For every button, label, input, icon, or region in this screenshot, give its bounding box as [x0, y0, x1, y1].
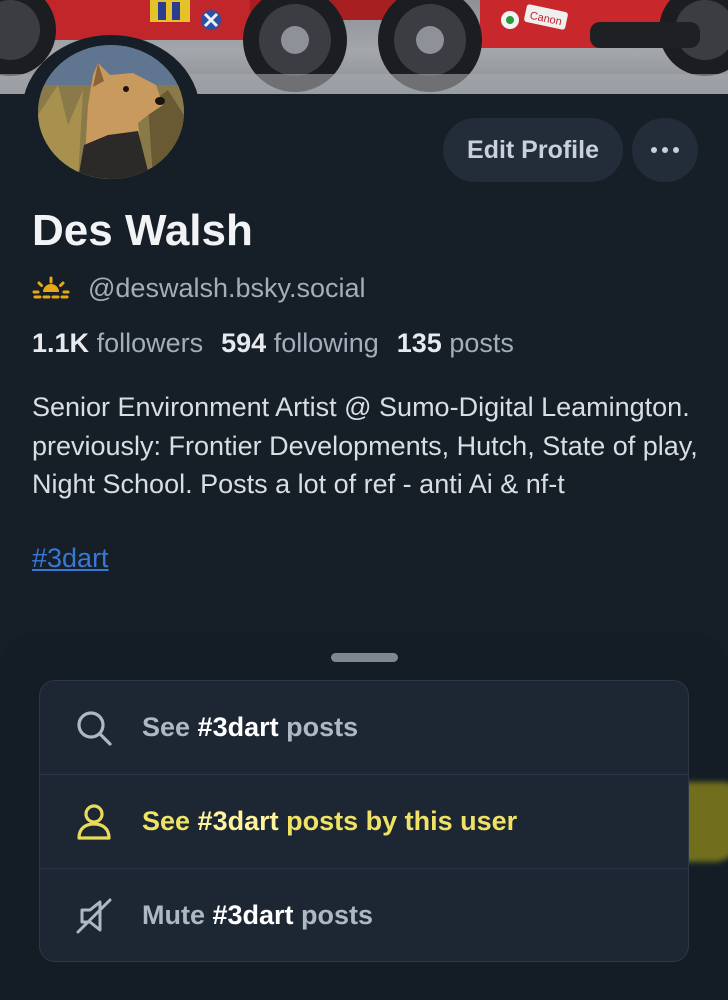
- display-name: Des Walsh: [32, 206, 253, 255]
- sheet-drag-handle[interactable]: [331, 653, 398, 662]
- profile-bio: Senior Environment Artist @ Sumo-Digital…: [32, 392, 698, 499]
- avatar[interactable]: [22, 35, 200, 189]
- following-count: 594: [221, 328, 267, 358]
- menu-item-label: See #3dart posts: [142, 712, 359, 742]
- posts-stat: 135 posts: [397, 328, 514, 359]
- mute-icon: [76, 898, 112, 934]
- user-handle[interactable]: @deswalsh.bsky.social: [88, 273, 366, 304]
- person-icon: [77, 804, 111, 840]
- following-label: following: [273, 328, 379, 358]
- menu-item-label: Mute #3dart posts: [142, 900, 374, 930]
- profile-screen: Canon Edit Profile Des Walsh @deswalsh.b…: [0, 0, 728, 1000]
- handle-row: @deswalsh.bsky.social: [32, 270, 366, 306]
- edit-profile-button[interactable]: Edit Profile: [443, 118, 623, 182]
- menu-item-mute-hashtag-posts[interactable]: Mute #3dart posts: [40, 869, 688, 961]
- hashtag-menu: See #3dart posts See #3dart posts by thi…: [39, 680, 689, 962]
- followers-count: 1.1K: [32, 328, 90, 358]
- ellipsis-icon: [651, 147, 679, 153]
- more-options-button[interactable]: [632, 118, 698, 182]
- posts-count: 135: [396, 328, 442, 358]
- followers-stat[interactable]: 1.1K followers: [32, 328, 203, 359]
- menu-item-label: See #3dart posts by this user: [142, 806, 518, 836]
- following-stat[interactable]: 594 following: [221, 328, 379, 359]
- posts-label: posts: [449, 328, 514, 358]
- sunrise-icon: [32, 276, 70, 299]
- avatar-image: [38, 45, 184, 179]
- bio-hashtag-link[interactable]: #3dart: [32, 543, 109, 574]
- followers-label: followers: [96, 328, 204, 358]
- menu-item-see-hashtag-posts-by-user[interactable]: See #3dart posts by this user: [40, 775, 688, 868]
- menu-item-see-hashtag-posts[interactable]: See #3dart posts: [40, 681, 688, 774]
- profile-stats: 1.1K followers 594 following 135 posts: [32, 328, 514, 359]
- search-icon: [77, 711, 112, 746]
